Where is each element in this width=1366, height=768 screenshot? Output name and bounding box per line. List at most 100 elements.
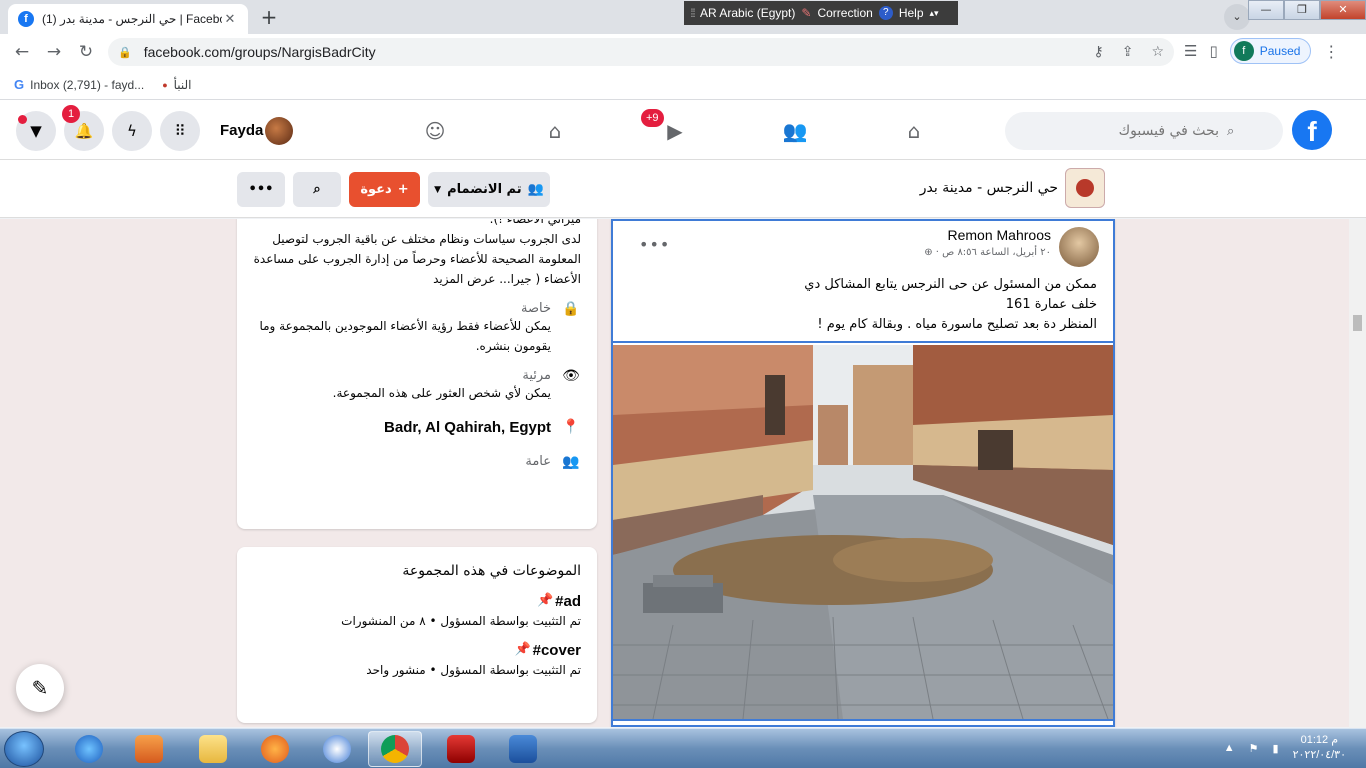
action-center-flag-icon[interactable]: ⚑ bbox=[1249, 742, 1259, 755]
scrollbar-thumb[interactable] bbox=[1353, 315, 1362, 331]
page-scrollbar[interactable] bbox=[1349, 219, 1366, 728]
group-header: ••• ⌕ دعوة + ▼ تم الانضمام 👥 حي النرجس -… bbox=[0, 160, 1366, 218]
post-author-avatar[interactable] bbox=[1059, 227, 1099, 267]
window-close-button[interactable]: ✕ bbox=[1320, 0, 1366, 20]
groups-nav-icon[interactable]: ☺ bbox=[413, 114, 457, 148]
post-divider bbox=[613, 341, 1113, 343]
key-icon[interactable]: ⚷ bbox=[1093, 44, 1103, 60]
taskbar-app[interactable] bbox=[434, 731, 488, 767]
post-meta[interactable]: ٢٠ أبريل، الساعة ٨:٥٦ ص · ⊕ bbox=[924, 247, 1051, 258]
topic-tag[interactable]: #cover bbox=[533, 642, 581, 659]
post-photo[interactable] bbox=[613, 345, 1113, 719]
friends-nav-icon[interactable]: 👥 bbox=[773, 114, 817, 148]
show-hidden-icons-icon[interactable]: ▲ bbox=[1224, 742, 1235, 754]
notifications-button[interactable]: 🔔 1 bbox=[62, 105, 104, 151]
search-icon: ⌕ bbox=[1227, 123, 1235, 139]
facebook-search[interactable]: ⌕ bbox=[1005, 112, 1283, 150]
compose-message-button[interactable]: ✎ bbox=[16, 664, 64, 712]
facebook-logo[interactable]: f bbox=[1292, 110, 1332, 150]
about-truncated-line: ميراني الأعضاء !). bbox=[489, 219, 581, 226]
post-timestamp[interactable]: ٢٠ أبريل، الساعة ٨:٥٦ ص · bbox=[936, 247, 1051, 258]
maximize-button[interactable]: ❐ bbox=[1284, 0, 1320, 20]
location-text: Badr, Al Qahirah, Egypt bbox=[384, 419, 551, 436]
taskbar-word[interactable] bbox=[496, 731, 550, 767]
facebook-header: ▼ 🔔 1 ϟ ⠿ Fayda ☺ ⌂ ▶ 👥 ⌂ ⌕ f bbox=[0, 100, 1366, 160]
clock[interactable]: 01:12 م ٢٠٢٢/٠٤/٣٠ bbox=[1293, 733, 1346, 763]
bookmark-inbox[interactable]: G Inbox (2,791) - fayd... bbox=[14, 77, 144, 92]
browser-menu-icon[interactable]: ⋮ bbox=[1323, 42, 1339, 61]
post-more-icon[interactable]: ••• bbox=[639, 235, 670, 254]
menu-button[interactable]: ⠿ bbox=[160, 111, 200, 151]
new-tab-button[interactable]: + bbox=[256, 6, 282, 30]
lock-icon[interactable]: 🔒 bbox=[118, 46, 132, 59]
google-icon: G bbox=[14, 77, 25, 92]
post-author-name[interactable]: Remon Mahroos bbox=[924, 227, 1052, 243]
user-avatar[interactable] bbox=[265, 117, 293, 145]
alnaba-icon: ● bbox=[162, 79, 168, 90]
reload-icon[interactable]: ↻ bbox=[70, 42, 102, 62]
joined-button[interactable]: ▼ تم الانضمام 👥 bbox=[428, 172, 550, 207]
group-content: ميراني الأعضاء !). لدى الجروب سياسات ونظ… bbox=[0, 219, 1349, 727]
media-player-icon bbox=[135, 735, 163, 763]
post-text: ممكن من المسئول عن حى النرجس يتابع المشا… bbox=[637, 275, 1097, 335]
topic-meta: تم التثبيت بواسطة المسؤول • منشور واحد bbox=[366, 663, 581, 677]
post-line: خلف عمارة 161 bbox=[1005, 297, 1097, 312]
taskbar-app[interactable] bbox=[310, 731, 364, 767]
tab-search-chevron-icon[interactable]: ⌄ bbox=[1224, 4, 1250, 30]
more-icon: ••• bbox=[248, 182, 274, 197]
facebook-search-input[interactable] bbox=[1019, 123, 1219, 139]
help-label[interactable]: Help bbox=[899, 6, 924, 20]
address-bar[interactable]: 🔒 facebook.com/groups/NargisBadrCity ⚷ ⇪… bbox=[108, 38, 1174, 66]
search-icon: ⌕ bbox=[313, 182, 321, 197]
bookmark-star-icon[interactable]: ☆ bbox=[1151, 44, 1164, 60]
browser-tab[interactable]: f (1) حي النرجس - مدينة بدر | Facebook ✕ bbox=[8, 4, 248, 34]
topic-item[interactable]: #cover 📌 تم التثبيت بواسطة المسؤول • منش… bbox=[253, 642, 581, 677]
reading-list-icon[interactable]: ☰ bbox=[1184, 42, 1197, 60]
visibility-row: 👁 مرئية يمكن لأي شخص العثور على هذه المج… bbox=[253, 368, 581, 403]
tab-title: (1) حي النرجس - مدينة بدر | Facebook bbox=[42, 12, 222, 26]
more-options-button[interactable]: ••• bbox=[237, 172, 285, 207]
group-thumbnail[interactable] bbox=[1065, 168, 1105, 208]
facebook-favicon-icon: f bbox=[18, 11, 34, 27]
invite-button[interactable]: دعوة + bbox=[349, 172, 420, 207]
post-divider bbox=[613, 719, 1113, 721]
language-bar[interactable]: ⁞⁞⁞ AR Arabic (Egypt) ✎ Correction ? Hel… bbox=[684, 1, 958, 25]
account-menu-button[interactable]: ▼ bbox=[16, 111, 56, 151]
username[interactable]: Fayda bbox=[220, 122, 263, 139]
profile-button[interactable]: f Paused bbox=[1229, 38, 1312, 64]
privacy-title: خاصة bbox=[520, 301, 551, 316]
language-label[interactable]: AR Arabic (Egypt) bbox=[700, 6, 795, 20]
about-card: ميراني الأعضاء !). لدى الجروب سياسات ونظ… bbox=[237, 219, 597, 529]
start-button[interactable] bbox=[4, 731, 44, 767]
side-panel-icon[interactable]: ▯ bbox=[1209, 42, 1217, 60]
help-icon: ? bbox=[878, 6, 893, 20]
correction-label[interactable]: Correction bbox=[817, 6, 872, 20]
topic-item[interactable]: #ad 📌 تم التثبيت بواسطة المسؤول • ٨ من ا… bbox=[253, 593, 581, 628]
topic-tag[interactable]: #ad bbox=[555, 593, 581, 610]
share-icon[interactable]: ⇪ bbox=[1122, 44, 1134, 60]
group-name[interactable]: حي النرجس - مدينة بدر bbox=[918, 180, 1058, 196]
taskbar-ie[interactable] bbox=[62, 731, 116, 767]
close-tab-icon[interactable]: ✕ bbox=[222, 12, 238, 27]
network-icon[interactable]: ▮ bbox=[1273, 742, 1279, 755]
compose-icon: ✎ bbox=[31, 676, 49, 700]
group-search-button[interactable]: ⌕ bbox=[293, 172, 341, 207]
clock-time: 01:12 م bbox=[1300, 734, 1338, 746]
bookmark-alnaba[interactable]: ● النبأ bbox=[162, 78, 191, 92]
taskbar-chrome[interactable] bbox=[368, 731, 422, 767]
messenger-button[interactable]: ϟ bbox=[112, 111, 152, 151]
marketplace-nav-icon[interactable]: ⌂ bbox=[533, 114, 577, 148]
caret-down-icon: ▼ bbox=[30, 122, 42, 140]
options-icon[interactable]: ▴▾ bbox=[930, 8, 939, 19]
forward-arrow-icon[interactable]: → bbox=[38, 42, 70, 62]
minimize-button[interactable]: — bbox=[1248, 0, 1284, 20]
post-line: ممكن من المسئول عن حى النرجس يتابع المشا… bbox=[804, 277, 1097, 292]
back-arrow-icon[interactable]: ← bbox=[6, 42, 38, 62]
url-text[interactable]: facebook.com/groups/NargisBadrCity bbox=[144, 44, 1094, 60]
taskbar-media-player[interactable] bbox=[122, 731, 176, 767]
street-photo-illustration bbox=[613, 345, 1113, 719]
grip-icon: ⁞⁞⁞ bbox=[690, 6, 696, 20]
taskbar-explorer[interactable] bbox=[186, 731, 240, 767]
taskbar-firefox[interactable] bbox=[248, 731, 302, 767]
home-nav-icon[interactable]: ⌂ bbox=[892, 114, 936, 148]
